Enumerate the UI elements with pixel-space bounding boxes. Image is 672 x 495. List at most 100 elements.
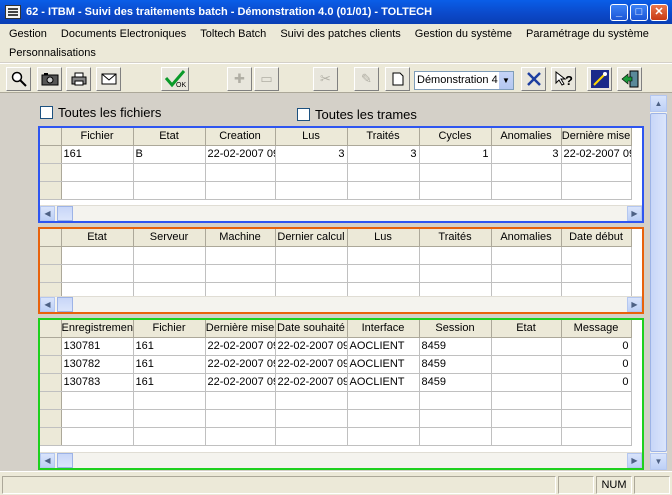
table-cell[interactable] — [205, 163, 276, 182]
maximize-button[interactable]: □ — [630, 3, 648, 21]
search-icon[interactable] — [6, 67, 31, 91]
column-header[interactable]: Fichier — [61, 128, 134, 146]
table-cell[interactable] — [205, 391, 276, 410]
edit-icon[interactable]: ✎ — [354, 67, 379, 91]
exit-icon[interactable] — [617, 67, 642, 91]
table-cell[interactable] — [491, 409, 562, 428]
table-cell[interactable] — [275, 264, 348, 283]
row-header[interactable] — [40, 246, 62, 265]
scroll-left-icon[interactable]: ◀ — [40, 297, 55, 312]
table-cell[interactable] — [347, 264, 420, 283]
table-cell[interactable] — [491, 427, 562, 446]
files-grid[interactable]: Fichier Etat Creation Lus Traités Cycles Anoma… — [38, 126, 644, 223]
table-cell[interactable] — [561, 264, 632, 283]
ok-check-icon[interactable]: OK — [161, 67, 189, 91]
environment-select[interactable]: Démonstration 4 ▼ — [414, 71, 514, 90]
row-header[interactable] — [40, 391, 62, 410]
wizard-icon[interactable] — [587, 67, 612, 91]
table-cell[interactable]: 161 — [133, 337, 206, 356]
table-cell[interactable]: 0 — [561, 337, 632, 356]
table-cell[interactable]: AOCLIENT — [347, 373, 420, 392]
table-cell[interactable] — [347, 163, 420, 182]
table-cell[interactable]: 22-02-2007 09 — [205, 337, 276, 356]
table-cell[interactable] — [419, 427, 492, 446]
column-header[interactable]: Etat — [61, 229, 134, 247]
menu-item[interactable]: Gestion du système — [406, 28, 517, 40]
table-row[interactable] — [40, 163, 632, 182]
scroll-left-icon[interactable]: ◀ — [40, 453, 55, 468]
table-cell[interactable] — [275, 246, 348, 265]
table-row[interactable]: 130781 161 22-02-2007 09 22-02-2007 09 AOCLI… — [40, 337, 632, 356]
table-cell[interactable]: 0 — [561, 355, 632, 374]
scroll-down-icon[interactable]: ▼ — [650, 453, 667, 470]
row-header[interactable] — [40, 264, 62, 283]
cut-icon[interactable]: ✂ — [313, 67, 338, 91]
table-cell[interactable]: 22-02-2007 09 — [205, 355, 276, 374]
title-bar[interactable]: 62 - ITBM - Suivi des traitements batch … — [0, 0, 672, 24]
row-header[interactable] — [40, 409, 62, 428]
chevron-down-icon[interactable]: ▼ — [498, 72, 513, 89]
column-header[interactable]: Date début — [561, 229, 632, 247]
table-cell[interactable] — [133, 163, 206, 182]
table-cell[interactable] — [561, 163, 632, 182]
column-header[interactable]: Traités — [419, 229, 492, 247]
table-cell[interactable] — [419, 409, 492, 428]
table-cell[interactable]: 1 — [419, 145, 492, 164]
table-cell[interactable]: 130783 — [61, 373, 134, 392]
table-cell[interactable] — [491, 337, 562, 356]
table-cell[interactable] — [133, 391, 206, 410]
column-header[interactable]: Anomalies — [491, 229, 562, 247]
document-icon[interactable]: ▭ — [254, 67, 279, 91]
table-cell[interactable]: 3 — [275, 145, 348, 164]
table-cell[interactable] — [347, 391, 420, 410]
table-cell[interactable] — [491, 246, 562, 265]
close-button[interactable]: ✕ — [650, 3, 668, 21]
table-cell[interactable]: AOCLIENT — [347, 337, 420, 356]
table-cell[interactable] — [133, 181, 206, 200]
table-cell[interactable] — [133, 427, 206, 446]
scroll-thumb[interactable] — [57, 453, 73, 468]
table-cell[interactable] — [205, 181, 276, 200]
table-cell[interactable] — [419, 264, 492, 283]
table-cell[interactable] — [419, 391, 492, 410]
menu-item[interactable]: Personnalisations — [0, 47, 101, 59]
table-cell[interactable] — [61, 409, 134, 428]
mail-icon[interactable] — [96, 67, 121, 91]
table-cell[interactable] — [561, 181, 632, 200]
table-cell[interactable] — [205, 246, 276, 265]
table-cell[interactable] — [61, 391, 134, 410]
table-cell[interactable]: 3 — [347, 145, 420, 164]
table-row[interactable] — [40, 427, 632, 446]
table-cell[interactable]: 8459 — [419, 373, 492, 392]
table-row[interactable] — [40, 181, 632, 200]
scroll-thumb[interactable] — [57, 206, 73, 221]
column-header[interactable]: Interface — [347, 320, 420, 338]
table-cell[interactable] — [275, 409, 348, 428]
column-header[interactable]: Lus — [347, 229, 420, 247]
menu-item[interactable]: Toltech Batch — [191, 28, 271, 40]
help-icon[interactable]: ? — [551, 67, 576, 91]
table-cell[interactable]: 161 — [133, 355, 206, 374]
column-header[interactable]: Dernier calcul — [275, 229, 348, 247]
table-cell[interactable] — [561, 391, 632, 410]
horizontal-scrollbar[interactable]: ◀ ▶ — [40, 205, 642, 221]
horizontal-scrollbar[interactable]: ◀ ▶ — [40, 296, 642, 312]
table-cell[interactable] — [61, 163, 134, 182]
row-header[interactable] — [40, 163, 62, 182]
table-cell[interactable] — [561, 427, 632, 446]
all-files-checkbox[interactable]: Toutes les fichiers — [40, 105, 161, 120]
table-cell[interactable]: B — [133, 145, 206, 164]
table-cell[interactable] — [347, 427, 420, 446]
table-cell[interactable] — [61, 427, 134, 446]
table-cell[interactable]: 22-02-2007 09 — [275, 337, 348, 356]
table-cell[interactable] — [491, 264, 562, 283]
table-cell[interactable] — [419, 181, 492, 200]
table-row[interactable]: 130783 161 22-02-2007 09 22-02-2007 09 AOCLI… — [40, 373, 632, 392]
table-cell[interactable]: 22-02-2007 09 — [275, 373, 348, 392]
table-cell[interactable] — [205, 409, 276, 428]
table-row[interactable] — [40, 409, 632, 428]
table-cell[interactable] — [419, 246, 492, 265]
table-cell[interactable] — [133, 246, 206, 265]
column-header[interactable]: Enregistremen — [61, 320, 134, 338]
runs-grid[interactable]: Etat Serveur Machine Dernier calcul Lus Trait… — [38, 227, 644, 314]
